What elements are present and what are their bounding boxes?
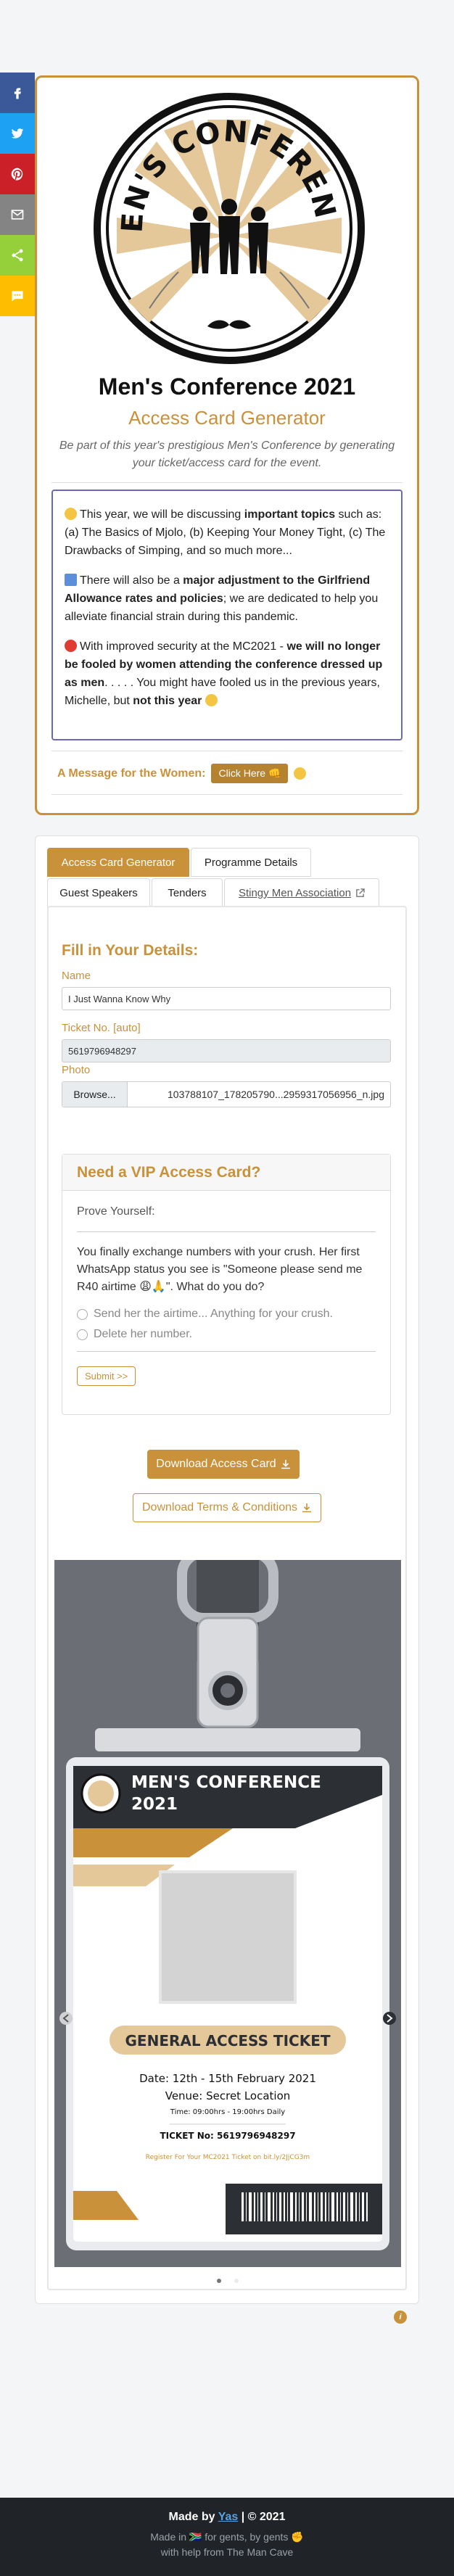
download-icon bbox=[281, 1460, 290, 1469]
info-paragraph-security: With improved security at the MC2021 - w… bbox=[65, 640, 383, 707]
carousel-dot-active[interactable] bbox=[217, 2279, 221, 2283]
browse-button[interactable]: Browse... bbox=[62, 1082, 128, 1107]
tab-stingy-men-label: Stingy Men Association bbox=[238, 886, 352, 899]
sms-icon bbox=[12, 291, 23, 302]
divider bbox=[77, 1351, 376, 1352]
option-send-airtime[interactable]: Send her the airtime... Anything for you… bbox=[77, 1308, 376, 1321]
page-description: Be part of this year's prestigious Men's… bbox=[59, 439, 395, 469]
pinterest-share-button[interactable] bbox=[0, 154, 35, 194]
footer-help: with help from The Man Cave bbox=[160, 2546, 294, 2558]
chart-icon bbox=[65, 574, 77, 586]
share-icon bbox=[12, 249, 23, 262]
email-share-button[interactable] bbox=[0, 194, 35, 235]
page-title: Men's Conference 2021 bbox=[98, 373, 356, 400]
click-here-button[interactable]: Click Here 👊 bbox=[211, 764, 289, 783]
share-bar bbox=[0, 73, 35, 316]
ticket-label: Ticket No. [auto] bbox=[62, 1022, 141, 1034]
info-paragraph-allowance: There will also be a major adjustment to… bbox=[65, 574, 379, 623]
tab-guest-speakers[interactable]: Guest Speakers bbox=[47, 878, 150, 907]
ticket-preview: MEN'S CONFERENCE 2021 GENERAL ACCESS TIC… bbox=[59, 1548, 396, 2250]
vip-card: Need a VIP Access Card? Prove Yourself: … bbox=[62, 1154, 391, 1415]
option-label: Delete her number. bbox=[94, 1328, 193, 1340]
form-title: Fill in Your Details: bbox=[62, 942, 199, 959]
footer: Made by Yas | © 2021 Made in 🇿🇦 for gent… bbox=[0, 2498, 454, 2576]
ticket-venue: Venue: Secret Location bbox=[165, 2089, 291, 2102]
divider bbox=[77, 1231, 376, 1232]
twitter-icon bbox=[11, 128, 24, 139]
footer-credit: Made by Yas | © 2021 bbox=[0, 2511, 454, 2524]
option-label: Send her the airtime... Anything for you… bbox=[94, 1308, 333, 1320]
women-message-row: A Message for the Women: Click Here 👊 bbox=[57, 764, 309, 783]
download-access-card-button[interactable]: Download Access Card bbox=[147, 1450, 300, 1479]
radio-button[interactable] bbox=[77, 1329, 88, 1340]
photo-label: Photo bbox=[62, 1064, 91, 1076]
smirk-emoji-icon bbox=[205, 694, 218, 706]
women-message-label: A Message for the Women: bbox=[57, 767, 206, 780]
footer-made-by: Made by bbox=[168, 2511, 218, 2523]
carousel-dot[interactable] bbox=[234, 2279, 239, 2283]
no-entry-icon bbox=[65, 640, 77, 652]
name-label: Name bbox=[62, 970, 91, 982]
share-button[interactable] bbox=[0, 235, 35, 276]
carousel-indicators bbox=[54, 2279, 401, 2283]
hero-card: MEN'S CONFERENCE Men's Conference 2021 A… bbox=[35, 65, 419, 815]
page-subtitle: Access Card Generator bbox=[128, 407, 326, 429]
pinterest-icon bbox=[11, 168, 23, 181]
email-icon bbox=[11, 210, 24, 220]
ticket-type: GENERAL ACCESS TICKET bbox=[125, 2032, 331, 2049]
twitter-share-button[interactable] bbox=[0, 113, 35, 154]
tab-programme-details[interactable]: Programme Details bbox=[191, 848, 311, 877]
ticket-time: Time: 09:00hrs - 19:00hrs Daily bbox=[170, 2108, 286, 2116]
carousel-next-button bbox=[383, 2012, 396, 2025]
facebook-share-button[interactable] bbox=[0, 73, 35, 113]
info-icon[interactable]: i bbox=[394, 2311, 407, 2324]
conference-logo: MEN'S CONFERENCE bbox=[77, 65, 367, 366]
ticket-header-line2: 2021 bbox=[131, 1795, 178, 1814]
info-paragraph-topics: This year, we will be discussing importa… bbox=[65, 508, 386, 557]
download-icon bbox=[302, 1503, 312, 1513]
generator-panel: Fill in Your Details: Name I Just Wanna … bbox=[47, 906, 407, 2324]
vip-question: You finally exchange numbers with your c… bbox=[77, 1246, 363, 1293]
footer-copyright: | © 2021 bbox=[238, 2511, 286, 2523]
lightbulb-icon bbox=[65, 508, 77, 520]
external-link-icon bbox=[356, 888, 365, 897]
generator-card: Access Card Generator Programme Details … bbox=[35, 835, 419, 2324]
footer-made-in: Made in 🇿🇦 for gents, by gents ✊ bbox=[150, 2531, 304, 2543]
author-link[interactable]: Yas bbox=[218, 2511, 239, 2523]
ticket-number-field: 5619796948297 bbox=[62, 1039, 391, 1062]
card-slot bbox=[95, 1728, 360, 1751]
name-input[interactable]: I Just Wanna Know Why bbox=[62, 987, 391, 1010]
divider bbox=[51, 482, 403, 483]
ticket-number: TICKET No: 5619796948297 bbox=[160, 2131, 295, 2141]
wink-emoji-icon bbox=[294, 767, 307, 780]
facebook-icon bbox=[14, 88, 21, 99]
ticket-header-line1: MEN'S CONFERENCE bbox=[131, 1773, 321, 1792]
tab-stingy-men-association[interactable]: Stingy Men Association bbox=[224, 878, 379, 907]
ticket-register: Register For Your MC2021 Ticket on bit.l… bbox=[146, 2154, 310, 2161]
tab-access-card-generator[interactable]: Access Card Generator bbox=[47, 848, 189, 877]
download-terms-label: Download Terms & Conditions bbox=[141, 1501, 298, 1514]
prove-label: Prove Yourself: bbox=[77, 1205, 155, 1218]
ticket-date: Date: 12th - 15th February 2021 bbox=[139, 2072, 316, 2085]
download-terms-button[interactable]: Download Terms & Conditions bbox=[133, 1493, 321, 1522]
sms-share-button[interactable] bbox=[0, 276, 35, 316]
download-access-card-label: Download Access Card bbox=[156, 1458, 276, 1470]
option-delete-number[interactable]: Delete her number. bbox=[77, 1328, 376, 1341]
file-name: 103788107_178205790...2959317056956_n.jp… bbox=[168, 1089, 384, 1100]
photo-placeholder bbox=[159, 1870, 297, 2004]
info-box: This year, we will be discussing importa… bbox=[51, 490, 403, 740]
carousel-prev-button bbox=[59, 2012, 73, 2025]
ticket-preview-carousel: MEN'S CONFERENCE 2021 GENERAL ACCESS TIC… bbox=[54, 1548, 407, 2324]
tab-tenders[interactable]: Tenders bbox=[152, 878, 223, 907]
radio-button[interactable] bbox=[77, 1308, 88, 1320]
divider bbox=[51, 794, 403, 795]
vip-heading: Need a VIP Access Card? bbox=[62, 1155, 390, 1191]
photo-file-input[interactable]: Browse... 103788107_178205790...29593170… bbox=[62, 1081, 391, 1107]
submit-button[interactable]: Submit >> bbox=[77, 1366, 136, 1386]
